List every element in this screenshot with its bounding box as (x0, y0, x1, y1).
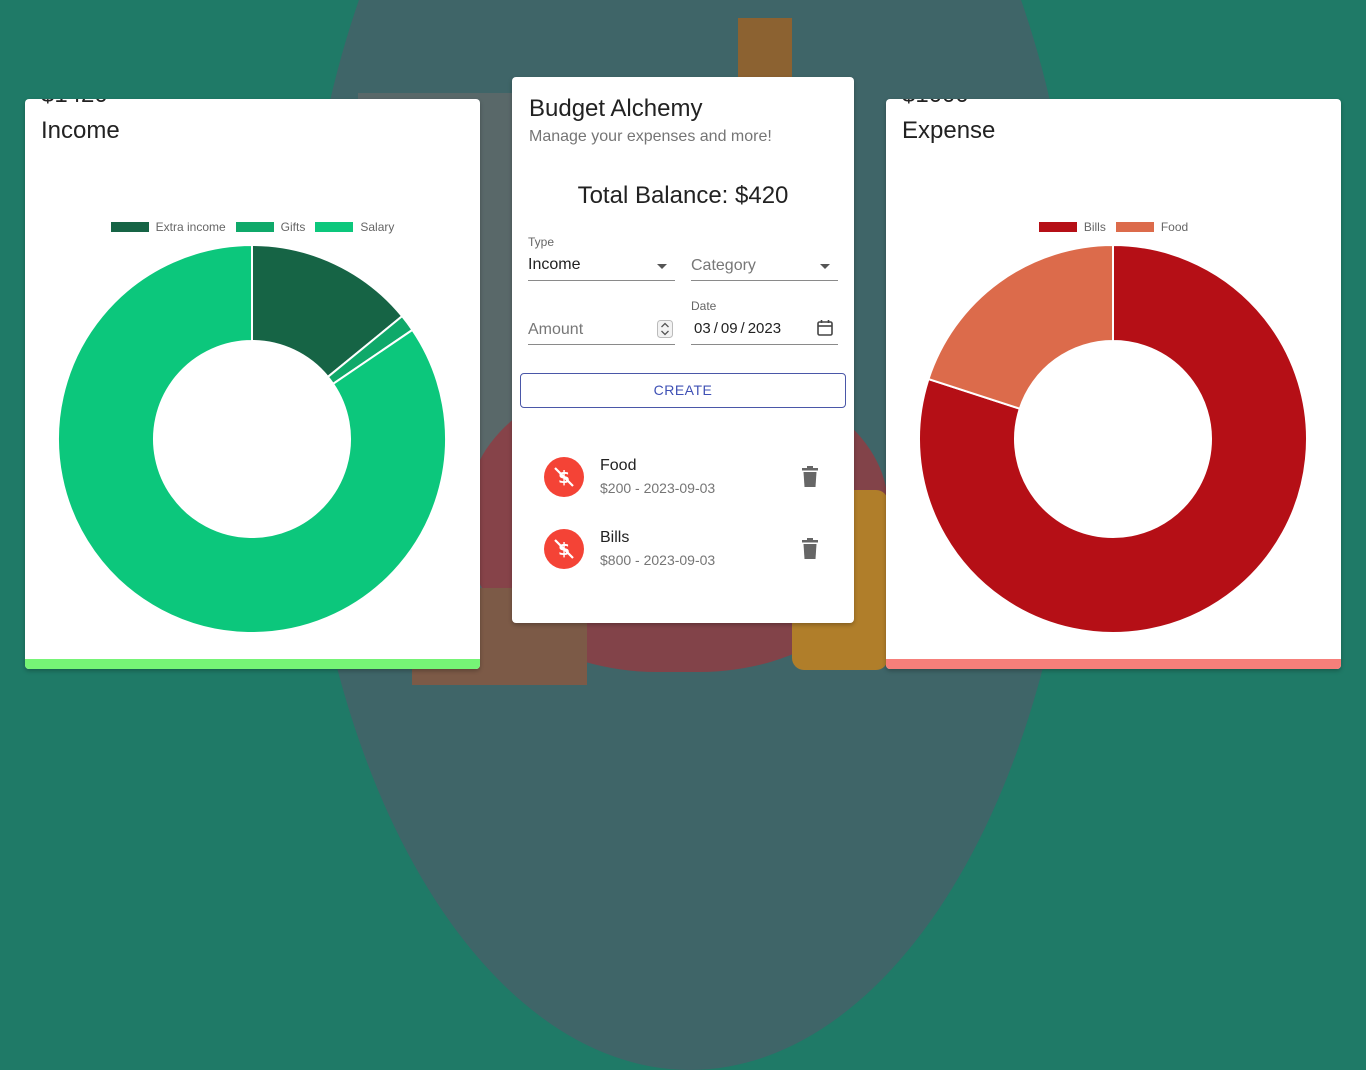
transaction-item[interactable]: $ Food $200 - 2023-09-03 (512, 449, 854, 505)
type-label: Type (528, 235, 555, 249)
transaction-detail: $800 - 2023-09-03 (600, 552, 716, 568)
transaction-detail: $200 - 2023-09-03 (600, 480, 716, 496)
category-select[interactable]: Category (691, 251, 838, 281)
amount-placeholder: Amount (528, 321, 584, 338)
date-label: Date (691, 299, 717, 313)
money-off-icon: $ (544, 529, 584, 569)
trash-icon[interactable] (800, 465, 820, 489)
app-subtitle: Manage your expenses and more! (529, 128, 772, 145)
income-color-bar (25, 659, 480, 669)
expense-card: Expense $1000 BillsFood (886, 99, 1341, 669)
number-spinner-icon[interactable] (657, 320, 673, 338)
transaction-name: Food (600, 457, 637, 474)
expense-slice-food[interactable] (927, 243, 1114, 410)
chevron-down-icon (657, 264, 667, 269)
calendar-icon[interactable] (817, 319, 833, 336)
transaction-item[interactable]: $ Bills $800 - 2023-09-03 (512, 521, 854, 577)
total-balance: Total Balance: $420 (577, 182, 789, 209)
chevron-down-icon (820, 264, 830, 269)
date-month: 03 (694, 320, 711, 337)
background-illustration (738, 18, 792, 80)
type-select[interactable]: Income (528, 251, 675, 281)
category-placeholder: Category (691, 257, 756, 274)
income-card: Income $1420 Extra incomeGiftsSalary (25, 99, 480, 669)
expense-donut-chart (918, 243, 1308, 634)
transaction-name: Bills (600, 529, 630, 546)
budget-card: Budget Alchemy Manage your expenses and … (512, 77, 854, 623)
money-off-icon: $ (544, 457, 584, 497)
amount-input[interactable]: Amount (528, 315, 675, 345)
income-donut-chart (57, 243, 447, 634)
type-value: Income (528, 256, 581, 273)
expense-color-bar (886, 659, 1341, 669)
date-value: 03/09/2023 (694, 320, 782, 337)
date-input[interactable]: 03/09/2023 (691, 315, 838, 345)
app-title: Budget Alchemy (529, 95, 703, 122)
trash-icon[interactable] (800, 537, 820, 561)
create-button[interactable]: CREATE (520, 373, 846, 408)
date-day: 09 (720, 320, 738, 337)
date-year: 2023 (747, 320, 782, 337)
